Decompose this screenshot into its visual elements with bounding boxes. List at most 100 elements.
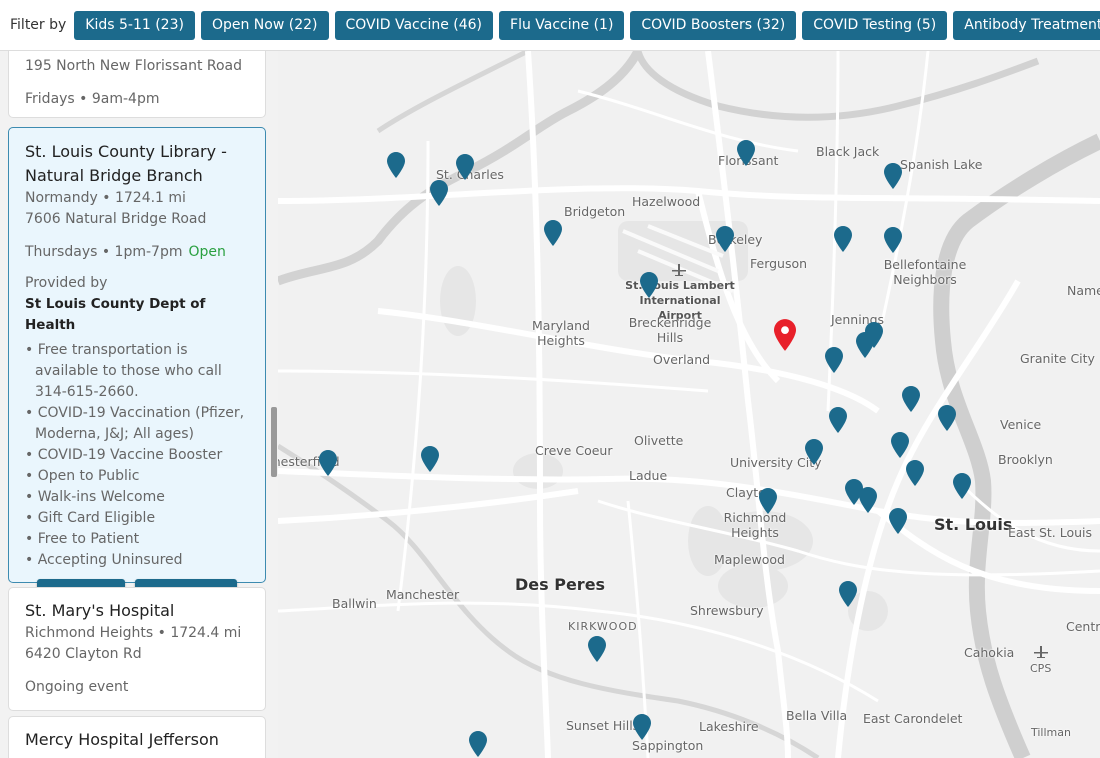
location-pin[interactable] bbox=[387, 152, 405, 178]
service-item: • Open to Public bbox=[25, 468, 140, 484]
location-pin[interactable] bbox=[716, 226, 734, 252]
location-pin[interactable] bbox=[829, 407, 847, 433]
map-label-maryland-heights: Maryland Heights bbox=[532, 318, 590, 348]
location-pin[interactable] bbox=[825, 347, 843, 373]
map-label-kirkwood: KIRKWOOD bbox=[568, 620, 638, 633]
selected-location-pin[interactable] bbox=[774, 319, 796, 351]
filter-chip-antibody-treatment[interactable]: Antibody Treatment (6) bbox=[953, 10, 1100, 40]
location-pin[interactable] bbox=[889, 508, 907, 534]
location-pin[interactable] bbox=[884, 227, 902, 253]
location-title[interactable]: St. Louis County Library - Natural Bridg… bbox=[25, 140, 249, 188]
map-label-olivette: Olivette bbox=[634, 433, 684, 448]
location-pin[interactable] bbox=[456, 154, 474, 180]
service-item: • Accepting Uninsured bbox=[25, 552, 183, 568]
map-label-breckenridge-hills: Breckenridge Hills bbox=[628, 315, 712, 345]
location-pin[interactable] bbox=[953, 473, 971, 499]
location-hours: Fridays • 9am-4pm bbox=[25, 91, 160, 107]
map-label-manchester: Manchester bbox=[386, 587, 460, 602]
location-pin[interactable] bbox=[640, 272, 658, 298]
map-label-maplewood: Maplewood bbox=[714, 552, 785, 567]
location-card[interactable]: 195 North New Florissant Road Fridays • … bbox=[8, 51, 266, 118]
location-pin[interactable] bbox=[633, 714, 651, 740]
location-pin[interactable] bbox=[902, 386, 920, 412]
location-address: 6420 Clayton Rd bbox=[25, 646, 142, 662]
service-item: • COVID-19 Vaccination (Pfizer, Moderna,… bbox=[25, 405, 245, 442]
map-label-bridgeton: Bridgeton bbox=[564, 204, 626, 219]
filter-chip-covid-vaccine[interactable]: COVID Vaccine (46) bbox=[334, 10, 494, 40]
location-address: 7606 Natural Bridge Road bbox=[25, 211, 207, 227]
service-list: • Free transportation is available to th… bbox=[25, 340, 249, 571]
location-hours: Ongoing event bbox=[25, 679, 129, 695]
location-pin[interactable] bbox=[891, 432, 909, 458]
location-address: 195 North New Florissant Road bbox=[25, 58, 243, 74]
location-pin[interactable] bbox=[544, 220, 562, 246]
map-label-bella-villa: Bella Villa bbox=[786, 708, 848, 723]
location-hours-row: Thursdays • 1pm-7pm Open bbox=[25, 242, 249, 263]
map-label-lakeshire: Lakeshire bbox=[699, 719, 759, 734]
service-item: • Gift Card Eligible bbox=[25, 510, 156, 526]
location-pin[interactable] bbox=[906, 460, 924, 486]
open-status: Open bbox=[188, 244, 226, 260]
map-label-ballwin: Ballwin bbox=[332, 596, 377, 611]
location-pin[interactable] bbox=[859, 487, 877, 513]
map-label-centre-partial: Centre bbox=[1066, 619, 1100, 634]
location-card[interactable]: Mercy Hospital Jefferson bbox=[8, 716, 266, 758]
location-card[interactable]: St. Mary's Hospital Richmond Heights • 1… bbox=[8, 587, 266, 711]
filter-chip-flu-vaccine[interactable]: Flu Vaccine (1) bbox=[499, 10, 625, 40]
location-hours: Thursdays • 1pm-7pm bbox=[25, 244, 183, 260]
filter-chip-kids[interactable]: Kids 5-11 (23) bbox=[74, 10, 195, 40]
location-pin[interactable] bbox=[469, 731, 487, 757]
filter-label: Filter by bbox=[10, 17, 67, 33]
location-title[interactable]: Mercy Hospital Jefferson bbox=[25, 728, 249, 752]
map-label-spanish-lake: Spanish Lake bbox=[900, 157, 983, 172]
location-pin[interactable] bbox=[839, 581, 857, 607]
map-label-des-peres: Des Peres bbox=[515, 575, 606, 594]
location-list[interactable]: 195 North New Florissant Road Fridays • … bbox=[0, 51, 278, 758]
airport-icon-cps bbox=[1034, 646, 1048, 658]
map[interactable]: Florissant Black Jack Spanish Lake St. C… bbox=[278, 51, 1100, 758]
map-label-richmond-heights: Richmond Heights bbox=[723, 510, 787, 540]
map-label-sunset-hills: Sunset Hills bbox=[566, 718, 640, 733]
map-label-bellefontaine: Bellefontaine Neighbors bbox=[883, 257, 967, 287]
map-label-east-carondelet: East Carondelet bbox=[863, 711, 963, 726]
location-pin[interactable] bbox=[430, 180, 448, 206]
location-pin[interactable] bbox=[421, 446, 439, 472]
location-pin[interactable] bbox=[737, 140, 755, 166]
map-label-shrewsbury: Shrewsbury bbox=[690, 603, 764, 618]
map-label-st-louis: St. Louis bbox=[934, 515, 1013, 534]
sidebar-resize-handle[interactable] bbox=[271, 407, 277, 477]
location-area-distance: Normandy • 1724.1 mi bbox=[25, 190, 186, 206]
map-label-overland: Overland bbox=[653, 352, 711, 367]
map-label-ferguson: Ferguson bbox=[750, 256, 808, 271]
map-label-black-jack: Black Jack bbox=[816, 144, 880, 159]
map-label-granite-city: Granite City bbox=[1020, 351, 1095, 366]
map-label-name-partial: Name bbox=[1067, 283, 1100, 298]
location-title[interactable]: St. Mary's Hospital bbox=[25, 599, 249, 623]
map-label-east-st-louis: East St. Louis bbox=[1008, 525, 1093, 540]
location-pin[interactable] bbox=[805, 439, 823, 465]
filter-bar: Filter by Kids 5-11 (23) Open Now (22) C… bbox=[0, 0, 1100, 51]
service-item: • Free transportation is available to th… bbox=[25, 342, 222, 400]
provided-by-label: Provided by bbox=[25, 275, 108, 291]
service-item: • COVID-19 Vaccine Booster bbox=[25, 447, 223, 463]
filter-chip-covid-testing[interactable]: COVID Testing (5) bbox=[802, 10, 948, 40]
service-item: • Walk-ins Welcome bbox=[25, 489, 165, 505]
map-label-cahokia: Cahokia bbox=[964, 645, 1015, 660]
provider-name: St Louis County Dept of Health bbox=[25, 296, 206, 333]
location-area-distance: Richmond Heights • 1724.4 mi bbox=[25, 625, 242, 641]
location-card-selected[interactable]: St. Louis County Library - Natural Bridg… bbox=[8, 127, 266, 615]
filter-chip-covid-boosters[interactable]: COVID Boosters (32) bbox=[630, 10, 797, 40]
location-pin[interactable] bbox=[884, 163, 902, 189]
service-item: • Free to Patient bbox=[25, 531, 140, 547]
location-pin[interactable] bbox=[856, 332, 874, 358]
location-pin[interactable] bbox=[834, 226, 852, 252]
location-pin[interactable] bbox=[588, 636, 606, 662]
map-label-venice: Venice bbox=[1000, 417, 1042, 432]
map-label-ladue: Ladue bbox=[629, 468, 668, 483]
location-pin[interactable] bbox=[319, 450, 337, 476]
location-pin[interactable] bbox=[759, 488, 777, 514]
filter-chip-open-now[interactable]: Open Now (22) bbox=[200, 10, 329, 40]
location-pin[interactable] bbox=[938, 405, 956, 431]
map-label-sappington: Sappington bbox=[632, 738, 704, 753]
map-label-hazelwood: Hazelwood bbox=[632, 194, 701, 209]
